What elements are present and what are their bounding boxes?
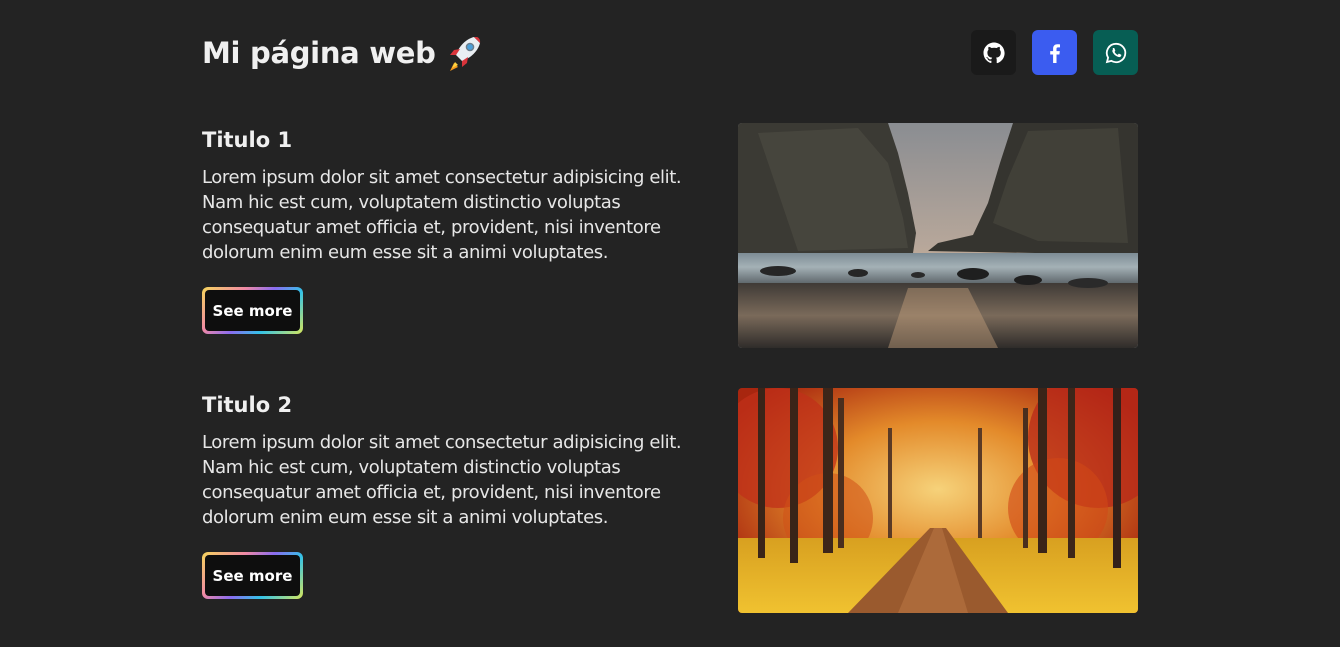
card-1: Titulo 1 Lorem ipsum dolor sit amet cons… bbox=[202, 123, 1138, 348]
card-2-image bbox=[738, 388, 1138, 613]
github-icon bbox=[983, 42, 1005, 63]
social-links bbox=[971, 30, 1138, 75]
autumn-forest-image bbox=[738, 388, 1138, 613]
card-1-body: Lorem ipsum dolor sit amet consectetur a… bbox=[202, 167, 682, 263]
card-1-text: Titulo 1 Lorem ipsum dolor sit amet cons… bbox=[202, 123, 722, 334]
card-1-image bbox=[738, 123, 1138, 348]
card-1-see-more-button[interactable]: See more bbox=[205, 290, 300, 331]
card-2-body: Lorem ipsum dolor sit amet consectetur a… bbox=[202, 432, 682, 528]
facebook-button[interactable] bbox=[1032, 30, 1077, 75]
card-2-text: Titulo 2 Lorem ipsum dolor sit amet cons… bbox=[202, 388, 722, 599]
github-button[interactable] bbox=[971, 30, 1016, 75]
card-2-title: Titulo 2 bbox=[202, 393, 293, 417]
card-2-see-more-button[interactable]: See more bbox=[205, 555, 300, 596]
card-1-see-more-frame: See more bbox=[202, 287, 303, 334]
site-header: Mi página web bbox=[202, 30, 1138, 75]
rocky-coast-image bbox=[738, 123, 1138, 348]
page: Mi página web Titulo 1 Lorem ipsum dolor… bbox=[0, 0, 1340, 647]
site-title: Mi página web bbox=[202, 33, 484, 73]
site-title-text: Mi página web bbox=[202, 35, 436, 70]
rocket-icon bbox=[449, 36, 480, 71]
card-2-see-more-frame: See more bbox=[202, 552, 303, 599]
whatsapp-icon bbox=[1105, 42, 1126, 63]
card-2: Titulo 2 Lorem ipsum dolor sit amet cons… bbox=[202, 388, 1138, 613]
card-1-title: Titulo 1 bbox=[202, 128, 293, 152]
whatsapp-button[interactable] bbox=[1093, 30, 1138, 75]
facebook-icon bbox=[1049, 43, 1060, 63]
